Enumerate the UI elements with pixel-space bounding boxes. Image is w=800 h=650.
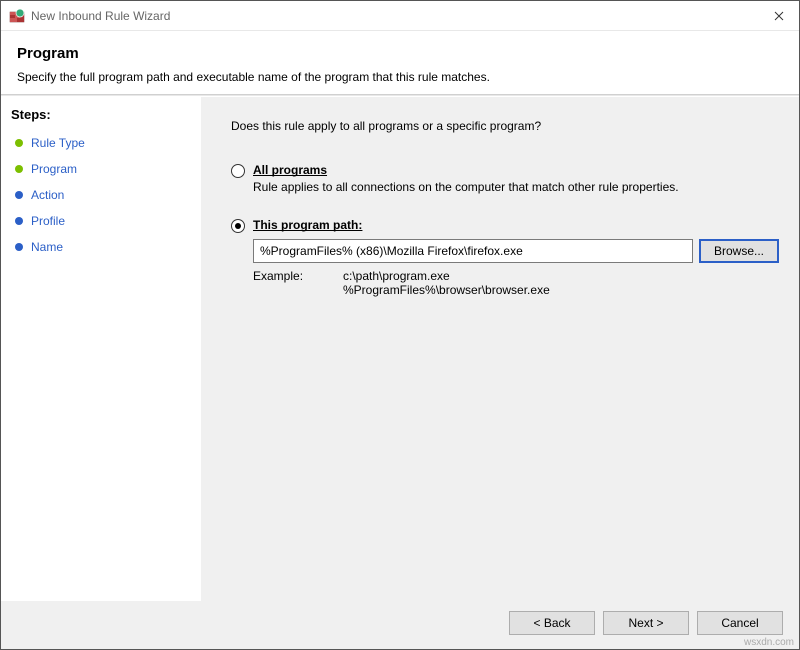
example-line-1: c:\path\program.exe [343,269,550,283]
window-title: New Inbound Rule Wizard [31,9,759,23]
radio-this-program-path[interactable] [231,219,245,233]
close-button[interactable] [759,1,799,31]
step-label: Rule Type [31,136,85,150]
step-bullet-icon [15,165,23,173]
step-label: Program [31,162,77,176]
wizard-footer: < Back Next > Cancel [1,601,799,649]
example-label: Example: [253,269,343,297]
step-bullet-icon [15,217,23,225]
step-label: Profile [31,214,65,228]
radio-all-programs[interactable] [231,164,245,178]
cancel-button[interactable]: Cancel [697,611,783,635]
all-programs-label: All programs [253,163,327,177]
step-program[interactable]: Program [11,156,191,182]
question-text: Does this rule apply to all programs or … [231,119,779,133]
example-line-2: %ProgramFiles%\browser\browser.exe [343,283,550,297]
watermark: wsxdn.com [744,637,794,648]
step-name[interactable]: Name [11,234,191,260]
option-all-programs: All programs Rule applies to all connect… [231,163,779,194]
page-subtitle: Specify the full program path and execut… [17,70,783,84]
next-button[interactable]: Next > [603,611,689,635]
step-profile[interactable]: Profile [11,208,191,234]
step-action[interactable]: Action [11,182,191,208]
firewall-icon [9,8,25,24]
back-button[interactable]: < Back [509,611,595,635]
step-bullet-icon [15,191,23,199]
steps-heading: Steps: [11,107,191,122]
wizard-header: Program Specify the full program path an… [1,31,799,94]
titlebar: New Inbound Rule Wizard [1,1,799,31]
main-panel: Does this rule apply to all programs or … [201,97,799,601]
example-text: Example: c:\path\program.exe %ProgramFil… [253,269,779,297]
step-bullet-icon [15,139,23,147]
step-label: Action [31,188,64,202]
browse-button[interactable]: Browse... [699,239,779,263]
page-title: Program [17,45,783,62]
wizard-window: New Inbound Rule Wizard Program Specify … [0,0,800,650]
all-programs-desc: Rule applies to all connections on the c… [253,180,779,194]
step-rule-type[interactable]: Rule Type [11,130,191,156]
steps-panel: Steps: Rule Type Program Action Profile … [1,97,201,601]
option-this-program-path: This program path: Browse... Example: c:… [231,218,779,297]
program-path-input[interactable] [253,239,693,263]
this-program-path-label: This program path: [253,218,362,232]
step-label: Name [31,240,63,254]
step-bullet-icon [15,243,23,251]
wizard-body: Steps: Rule Type Program Action Profile … [1,97,799,601]
